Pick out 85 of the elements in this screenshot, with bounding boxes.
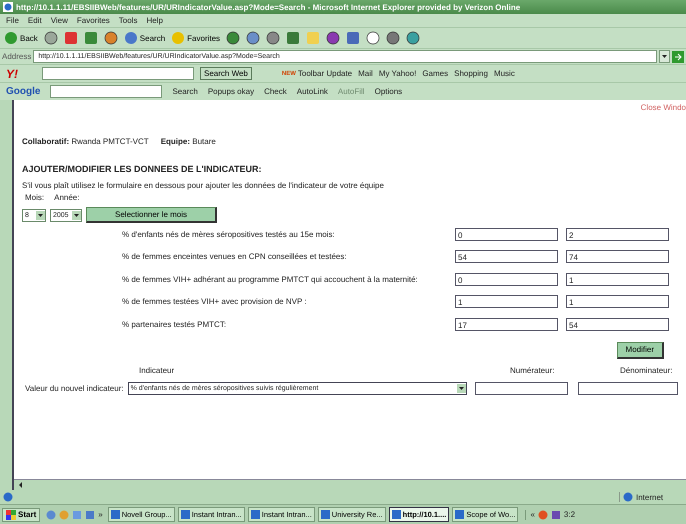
toolbar-icon[interactable] <box>44 31 58 45</box>
numerator-field[interactable]: 17 <box>455 318 558 331</box>
toolbar-item[interactable]: Shopping <box>454 69 488 78</box>
denominator-field[interactable]: 74 <box>566 250 669 264</box>
numerator-field[interactable] <box>474 382 568 394</box>
toolbar-icon[interactable] <box>226 31 240 45</box>
scroll-left-arrow-icon[interactable] <box>17 481 25 489</box>
modify-button[interactable]: Modifier <box>616 342 664 358</box>
search-web-button[interactable]: Search Web <box>200 67 252 80</box>
search-field[interactable] <box>42 67 194 80</box>
collaboratif-text: Collaboratif: Rwanda PMTCT-VCT <box>22 137 149 146</box>
equipe-text: Equipe: Butare <box>160 137 216 146</box>
window-icon <box>392 510 401 519</box>
column-header: Numérateur: <box>510 366 554 374</box>
horizontal-scrollbar[interactable] <box>14 479 686 490</box>
toolbar-item[interactable]: Games <box>422 69 448 78</box>
numerator-field[interactable]: 1 <box>455 295 558 308</box>
window-icon <box>455 510 464 519</box>
column-header: Dénominateur: <box>620 366 672 374</box>
numerator-field[interactable]: 0 <box>455 272 558 286</box>
clock: 3:2 <box>564 510 576 519</box>
show-hidden-icons-button[interactable]: « <box>530 510 535 519</box>
page-icon <box>3 492 13 502</box>
toolbar-item[interactable]: AutoLink <box>296 87 328 96</box>
go-icon[interactable] <box>672 50 684 62</box>
menu-item[interactable]: Tools <box>118 16 138 25</box>
dropdown-arrow-icon[interactable] <box>456 384 466 392</box>
quick-launch-icon[interactable] <box>85 510 96 520</box>
toolbar-item[interactable]: Mail <box>358 69 373 78</box>
column-header: Indicateur <box>139 366 174 374</box>
toolbar-item[interactable]: Toolbar Update <box>298 69 352 78</box>
toolbar-item[interactable]: Search <box>172 87 198 96</box>
toolbar-icon[interactable] <box>386 31 400 45</box>
toolbar-icon[interactable] <box>104 31 118 45</box>
denominator-field[interactable]: 1 <box>566 272 669 286</box>
toolbar-item[interactable]: Check <box>264 87 287 96</box>
toolbar-icon[interactable] <box>326 31 340 45</box>
address-label: Address <box>2 52 32 61</box>
indicator-label: % partenaires testés PMTCT: <box>122 320 228 329</box>
window-icon <box>320 510 330 519</box>
menu-item[interactable]: File <box>6 16 19 25</box>
window-icon <box>110 510 120 519</box>
month-label: Mois: <box>25 193 44 202</box>
section-heading: AJOUTER/MODIFIER LES DONNEES DE L'INDICATEUR: <box>22 164 262 174</box>
toolbar-button[interactable]: Favorites <box>171 31 220 45</box>
numerator-field[interactable]: 54 <box>455 250 558 264</box>
denominator-field[interactable] <box>578 382 678 394</box>
search-field[interactable] <box>50 85 162 98</box>
toolbar-item[interactable]: Options <box>374 87 402 96</box>
more-button[interactable]: » <box>98 510 103 519</box>
window-icon <box>180 510 190 519</box>
indicator-label: % de femmes enceintes venues en CPN conseillées et testées: <box>122 252 348 262</box>
toolbar-button[interactable]: Search <box>124 31 166 45</box>
denominator-field[interactable]: 54 <box>566 318 669 331</box>
tray-icon[interactable] <box>550 510 561 520</box>
window-icon <box>250 510 260 519</box>
instructions-text: S'il vous plaît utilisez le formulaire en dessous pour ajouter les données de l'indicateur de votre équipe <box>22 181 385 190</box>
numerator-field[interactable]: 0 <box>455 228 558 241</box>
toolbar-icon[interactable] <box>246 31 260 45</box>
window-title: http://10.1.1.11/EBSIIBWeb/features/UR/URIndicatorValue.asp?Mode=Search - Microsoft Internet Explorer provided by Verizon Online <box>16 2 520 12</box>
toolbar-icon[interactable] <box>266 31 280 45</box>
toolbar-button[interactable]: Back <box>4 31 38 45</box>
new-indicator-label: Valeur du nouvel indicateur: <box>25 384 124 392</box>
select-month-button[interactable]: Selectionner le mois <box>86 207 218 223</box>
indicator-label: % d'enfants nés de mères séropositives testés au 15e mois: <box>122 230 336 239</box>
toolbar-item[interactable]: My Yahoo! <box>378 69 416 78</box>
dropdown-arrow-icon[interactable] <box>72 210 81 220</box>
menu-item[interactable]: Help <box>146 16 163 25</box>
google-logo[interactable]: Google <box>6 86 40 97</box>
menu-item[interactable]: Edit <box>28 16 42 25</box>
close-window-link[interactable]: Close Windo <box>640 103 686 125</box>
start-button[interactable]: Start <box>2 508 40 522</box>
indicator-label: % de femmes testées VIH+ avec provision de NVP : <box>122 297 308 306</box>
yahoo-logo[interactable]: Y! <box>6 66 18 80</box>
toolbar-item[interactable]: Music <box>494 69 515 78</box>
year-label: Année: <box>54 193 80 202</box>
indicator-label: % de femmes VIH+ adhérant au programme PMTCT qui accouchent à la maternité: <box>122 274 419 284</box>
windows-logo-icon <box>6 510 16 520</box>
menu-item[interactable]: Favorites <box>76 16 110 25</box>
zone-indicator: Internet <box>619 492 683 502</box>
dropdown-arrow-icon[interactable] <box>36 210 45 220</box>
menu-item[interactable]: View <box>50 16 68 25</box>
toolbar-item[interactable]: Popups okay <box>208 87 254 96</box>
denominator-field[interactable]: 2 <box>566 228 669 241</box>
denominator-field[interactable]: 1 <box>566 295 669 308</box>
